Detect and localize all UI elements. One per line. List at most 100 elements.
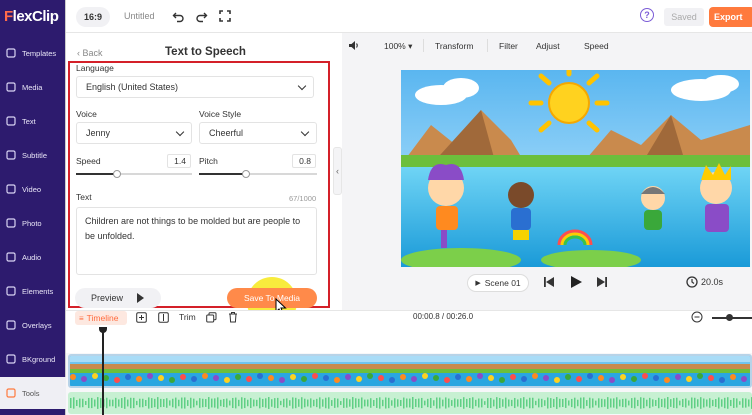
timeline-tab[interactable]: ≡ Timeline	[75, 311, 127, 325]
video-thumbnails	[70, 356, 750, 386]
duration-value[interactable]: 20.0s	[701, 277, 723, 287]
save-to-media-button[interactable]: Save To Media	[227, 288, 317, 308]
adjust-button[interactable]: Adjust	[536, 41, 560, 51]
subtitle-icon	[6, 150, 16, 160]
zoom-out-icon[interactable]	[691, 311, 703, 326]
saved-button[interactable]: Saved	[664, 8, 704, 26]
voice-style-label: Voice Style	[199, 109, 242, 119]
sidebar-item-label: Overlays	[22, 320, 52, 330]
sidebar-item-label: Media	[22, 82, 43, 92]
sidebar-item-overlays[interactable]: Overlays	[0, 309, 66, 341]
toolbar-divider	[423, 39, 424, 52]
filter-button[interactable]: Filter	[499, 41, 518, 51]
export-button[interactable]: Export	[709, 7, 752, 27]
aspect-ratio-button[interactable]: 16:9	[76, 7, 110, 27]
preview-button[interactable]: Preview	[75, 288, 161, 308]
video-canvas[interactable]	[401, 70, 750, 267]
tools-icon	[6, 388, 16, 398]
video-icon	[6, 184, 16, 194]
sidebar-item-bkground[interactable]: BKground	[0, 343, 66, 375]
media-icon	[6, 82, 16, 92]
time-code: 00:00.8 / 00:26.0	[413, 312, 474, 321]
sidebar-item-subtitle[interactable]: Subtitle	[0, 139, 66, 171]
speed-value-input[interactable]: 1.4	[167, 154, 191, 168]
sidebar-item-label: Tools	[22, 388, 40, 398]
sidebar-item-elements[interactable]: Elements	[0, 275, 66, 307]
sidebar-item-label: Photo	[22, 218, 42, 228]
help-icon[interactable]: ?	[640, 8, 654, 22]
sidebar-item-label: Text	[22, 116, 36, 126]
speed-label: Speed	[76, 156, 101, 166]
voice-style-value: Cheerful	[209, 128, 244, 138]
pitch-slider-knob[interactable]	[242, 170, 250, 178]
sidebar-item-audio[interactable]: Audio	[0, 241, 66, 273]
speech-text-input[interactable]: Children are not things to be molded but…	[76, 207, 317, 275]
previous-icon[interactable]	[543, 276, 555, 291]
app-logo[interactable]: FlexClip	[4, 8, 59, 25]
pitch-value-input[interactable]: 0.8	[292, 154, 316, 168]
transform-button[interactable]: Transform	[435, 41, 473, 51]
elements-icon	[6, 286, 16, 296]
redo-icon[interactable]	[193, 8, 209, 24]
speed-button[interactable]: Speed	[584, 41, 609, 51]
scene-selector[interactable]: ▶ Scene 01	[467, 274, 529, 292]
zoom-slider-knob[interactable]	[726, 314, 733, 321]
sidebar-item-label: Elements	[22, 286, 54, 296]
overlays-icon	[6, 320, 16, 330]
fullscreen-icon[interactable]	[217, 8, 233, 24]
collapse-panel-handle[interactable]: ‹	[333, 147, 342, 195]
panel-title: Text to Speech	[165, 46, 246, 58]
voice-style-select[interactable]: Cheerful	[199, 122, 317, 144]
timeline-tab-label: Timeline	[86, 313, 119, 323]
timeline-ruler[interactable]	[66, 327, 752, 353]
sidebar-item-media[interactable]: Media	[0, 71, 66, 103]
templates-icon	[6, 48, 16, 58]
chevron-down-icon	[300, 127, 310, 137]
duplicate-icon[interactable]	[206, 312, 217, 326]
sidebar-item-tools[interactable]: Tools	[0, 377, 66, 409]
sidebar-item-photo[interactable]: Photo	[0, 207, 66, 239]
zoom-value: 100%	[384, 41, 406, 51]
sidebar-item-label: Templates	[22, 48, 57, 58]
volume-icon[interactable]	[348, 40, 360, 54]
playhead[interactable]	[102, 329, 104, 415]
pitch-slider-fill	[199, 173, 246, 175]
split-icon[interactable]	[158, 312, 169, 326]
logo-text: FlexClip	[4, 8, 59, 25]
zoom-select[interactable]: 100% ▾	[384, 41, 412, 52]
scene-label: Scene 01	[484, 278, 521, 288]
speed-slider-knob[interactable]	[113, 170, 121, 178]
text-icon	[6, 116, 16, 126]
add-clip-icon[interactable]	[136, 312, 147, 326]
undo-icon[interactable]	[170, 8, 186, 24]
sidebar-item-label: Subtitle	[22, 150, 48, 160]
char-count: 67/1000	[289, 194, 317, 203]
toolbar-divider	[487, 39, 488, 52]
audio-track[interactable]	[68, 392, 752, 414]
timeline-icon: ≡	[79, 313, 84, 323]
sidebar-item-video[interactable]: Video	[0, 173, 66, 205]
audio-waveform	[70, 397, 752, 409]
voice-label: Voice	[76, 109, 97, 119]
delete-icon[interactable]	[228, 311, 238, 326]
chevron-down-icon	[297, 81, 307, 91]
video-track[interactable]	[68, 354, 752, 388]
voice-select[interactable]: Jenny	[76, 122, 192, 144]
play-button[interactable]	[569, 275, 583, 292]
back-button[interactable]: ‹ Back	[77, 48, 103, 58]
sidebar-item-label: BKground	[22, 354, 56, 364]
pitch-label: Pitch	[199, 156, 218, 166]
trim-button[interactable]: Trim	[179, 312, 196, 322]
play-icon	[137, 293, 145, 303]
chevron-down-icon	[175, 127, 185, 137]
preview-label: Preview	[91, 293, 124, 303]
language-label: Language	[76, 63, 114, 73]
sidebar-item-templates[interactable]: Templates	[0, 37, 66, 69]
back-label: Back	[82, 48, 103, 58]
photo-icon	[6, 218, 16, 228]
next-icon[interactable]	[596, 276, 608, 291]
sidebar-item-text[interactable]: Text	[0, 105, 66, 137]
audio-icon	[6, 252, 16, 262]
language-select[interactable]: English (United States)	[76, 76, 314, 98]
project-title[interactable]: Untitled	[124, 11, 155, 21]
